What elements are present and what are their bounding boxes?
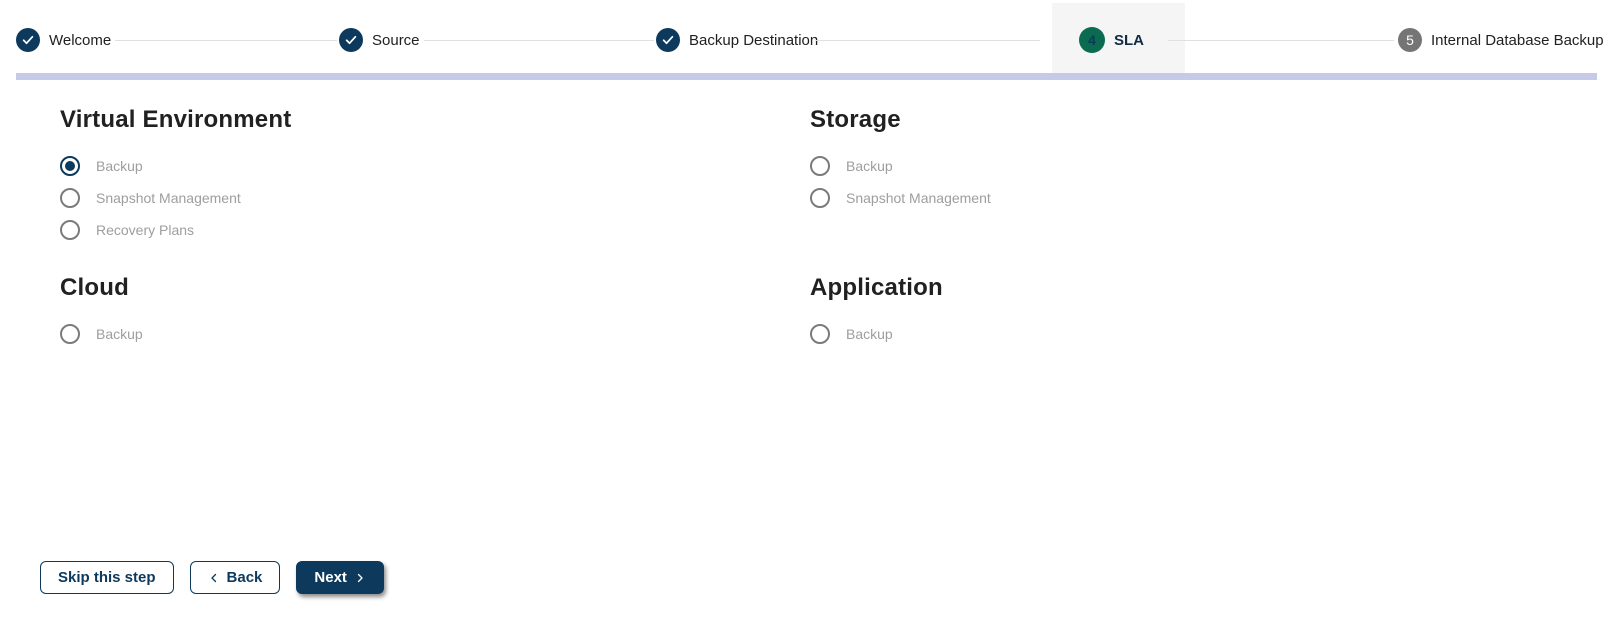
radio-row-ve-backup[interactable]: Backup [60, 150, 810, 182]
step-number-badge: 5 [1398, 28, 1422, 52]
radio-button[interactable] [60, 156, 80, 176]
wizard-footer: Skip this step Back Next [40, 561, 384, 594]
skip-this-step-button[interactable]: Skip this step [40, 561, 174, 594]
radio-button[interactable] [810, 324, 830, 344]
section-virtual-environment: Virtual Environment Backup Snapshot Mana… [60, 106, 810, 246]
step-completed-check-icon [16, 28, 40, 52]
radio-row-storage-snapshot-management[interactable]: Snapshot Management [810, 182, 1618, 214]
step-internal-database-backup: 5 Internal Database Backup [1398, 27, 1604, 53]
section-application: Application Backup [810, 274, 1618, 350]
radio-row-application-backup[interactable]: Backup [810, 318, 1618, 350]
step-connector [424, 40, 654, 41]
radio-row-storage-backup[interactable]: Backup [810, 150, 1618, 182]
next-button[interactable]: Next [296, 561, 384, 594]
step-completed-check-icon [339, 28, 363, 52]
radio-label: Backup [96, 158, 143, 174]
radio-button[interactable] [60, 324, 80, 344]
step-connector [1168, 40, 1394, 41]
step-label: Internal Database Backup [1431, 32, 1604, 49]
step-sla-current[interactable]: 4 SLA [1079, 27, 1144, 53]
step-number-badge: 4 [1079, 27, 1105, 53]
radio-button[interactable] [60, 188, 80, 208]
chevron-right-icon [354, 572, 366, 584]
step-backup-destination[interactable]: Backup Destination [656, 27, 818, 53]
radio-label: Snapshot Management [96, 190, 241, 206]
radio-label: Backup [96, 326, 143, 342]
section-cloud: Cloud Backup [60, 274, 810, 350]
radio-label: Recovery Plans [96, 222, 194, 238]
next-label: Next [314, 569, 347, 586]
radio-label: Backup [846, 326, 893, 342]
section-storage: Storage Backup Snapshot Management [810, 106, 1618, 246]
radio-label: Snapshot Management [846, 190, 991, 206]
step-label: Source [372, 32, 420, 49]
wizard-stepper: Welcome Source Backup Destination 4 SLA … [0, 0, 1618, 84]
skip-this-step-label: Skip this step [58, 569, 156, 586]
step-connector [816, 40, 1040, 41]
radio-row-ve-snapshot-management[interactable]: Snapshot Management [60, 182, 810, 214]
radio-row-cloud-backup[interactable]: Backup [60, 318, 810, 350]
section-title: Virtual Environment [60, 106, 810, 134]
step-label: SLA [1114, 32, 1144, 49]
wizard-progress-track [16, 73, 1597, 80]
step-label: Welcome [49, 32, 111, 49]
radio-row-ve-recovery-plans[interactable]: Recovery Plans [60, 214, 810, 246]
back-button[interactable]: Back [190, 561, 281, 594]
step-source[interactable]: Source [339, 27, 420, 53]
step-welcome[interactable]: Welcome [16, 27, 111, 53]
step-connector [115, 40, 337, 41]
section-title: Cloud [60, 274, 810, 302]
step-label: Backup Destination [689, 32, 818, 49]
step-completed-check-icon [656, 28, 680, 52]
section-title: Storage [810, 106, 1618, 134]
chevron-left-icon [208, 572, 220, 584]
back-label: Back [227, 569, 263, 586]
radio-button[interactable] [810, 156, 830, 176]
sla-options-content: Virtual Environment Backup Snapshot Mana… [0, 84, 1618, 378]
section-title: Application [810, 274, 1618, 302]
radio-label: Backup [846, 158, 893, 174]
radio-button[interactable] [60, 220, 80, 240]
radio-button[interactable] [810, 188, 830, 208]
